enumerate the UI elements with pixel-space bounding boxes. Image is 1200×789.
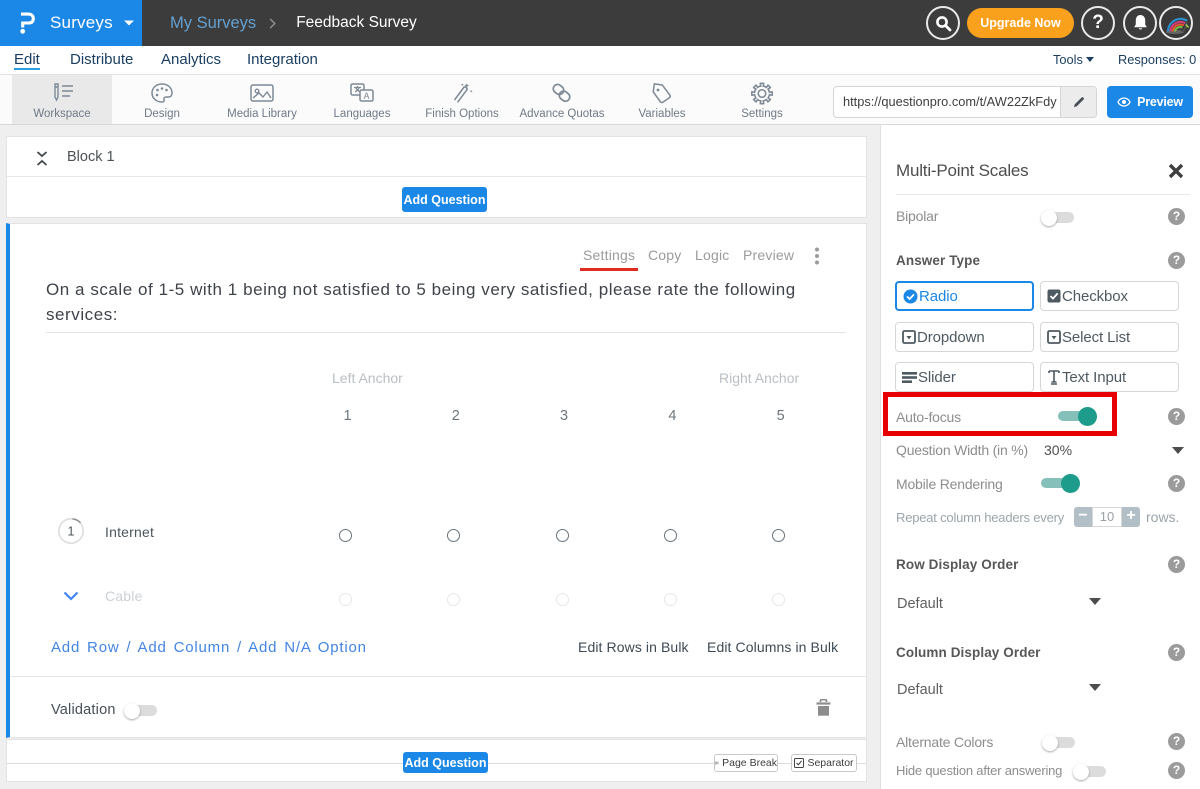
svg-text:A: A — [363, 91, 369, 101]
svg-text:1: 1 — [68, 525, 75, 539]
